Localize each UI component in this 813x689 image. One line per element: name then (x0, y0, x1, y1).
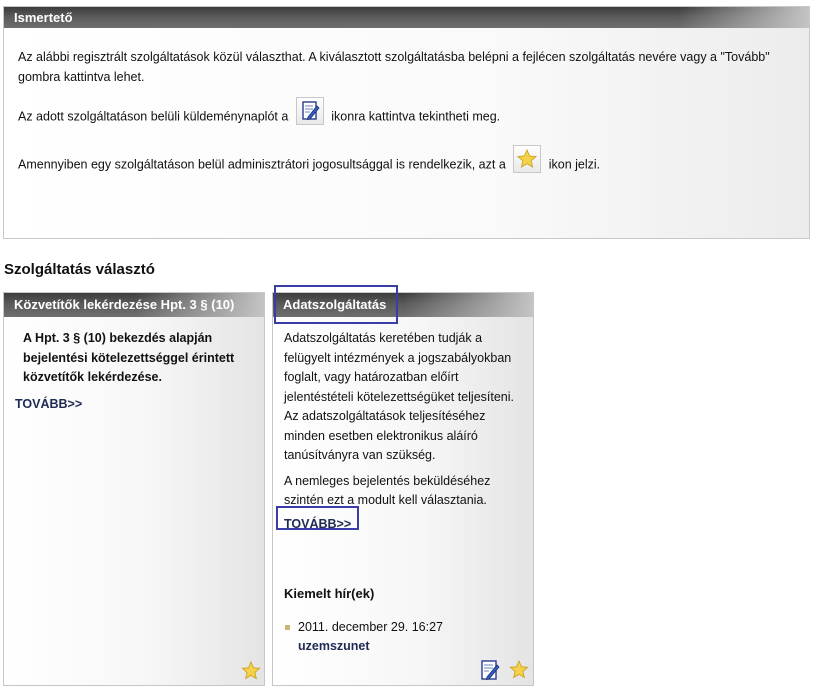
info-paragraph-3: Amennyiben egy szolgáltatáson belül admi… (18, 145, 795, 179)
service-header-kozvetitok[interactable]: Közvetítők lekérdezése Hpt. 3 § (10) (4, 293, 264, 317)
info-panel-header: Ismertető (4, 7, 809, 28)
info-panel: Ismertető Az alábbi regisztrált szolgált… (3, 6, 810, 239)
star-icon (508, 659, 530, 681)
service-body: Adatszolgáltatás keretében tudják a felü… (273, 317, 533, 656)
info-paragraph-1: Az alábbi regisztrált szolgáltatások köz… (18, 50, 770, 84)
news-date: 2011. december 29. 16:27 (298, 619, 444, 634)
service-description: Adatszolgáltatás keretében tudják a felü… (284, 331, 514, 462)
info-panel-title: Ismertető (14, 10, 73, 25)
continue-link[interactable]: TOVÁBB>> (15, 395, 82, 415)
service-title[interactable]: Közvetítők lekérdezése Hpt. 3 § (10) (14, 297, 234, 312)
news-item: 2011. december 29. 16:27 uzemszunet (284, 618, 522, 656)
info-panel-content: Az alábbi regisztrált szolgáltatások köz… (4, 28, 809, 179)
edit-notepad-icon (295, 97, 324, 125)
service-card-kozvetitok: Közvetítők lekérdezése Hpt. 3 § (10) A H… (3, 292, 265, 686)
featured-news-title: Kiemelt hír(ek) (284, 586, 375, 601)
service-description: A Hpt. 3 § (10) bekezdés alapján bejelen… (23, 331, 235, 384)
service-card-adatszolgaltatas: Adatszolgáltatás Adatszolgáltatás kereté… (272, 292, 534, 686)
star-icon (513, 145, 542, 173)
service-body: A Hpt. 3 § (10) bekezdés alapján bejelen… (4, 317, 264, 414)
continue-link[interactable]: TOVÁBB>> (284, 515, 351, 535)
service-title[interactable]: Adatszolgáltatás (283, 297, 386, 312)
star-icon (240, 660, 262, 682)
service-header-adatszolgaltatas[interactable]: Adatszolgáltatás (273, 293, 533, 317)
section-title: Szolgáltatás választó (4, 261, 155, 278)
news-link[interactable]: uzemszunet (298, 637, 522, 656)
edit-notepad-icon[interactable] (479, 659, 501, 681)
info-paragraph-2: Az adott szolgáltatáson belüli küldemény… (18, 97, 795, 131)
service-description-note: A nemleges bejelentés beküldéséhez szint… (284, 473, 491, 508)
